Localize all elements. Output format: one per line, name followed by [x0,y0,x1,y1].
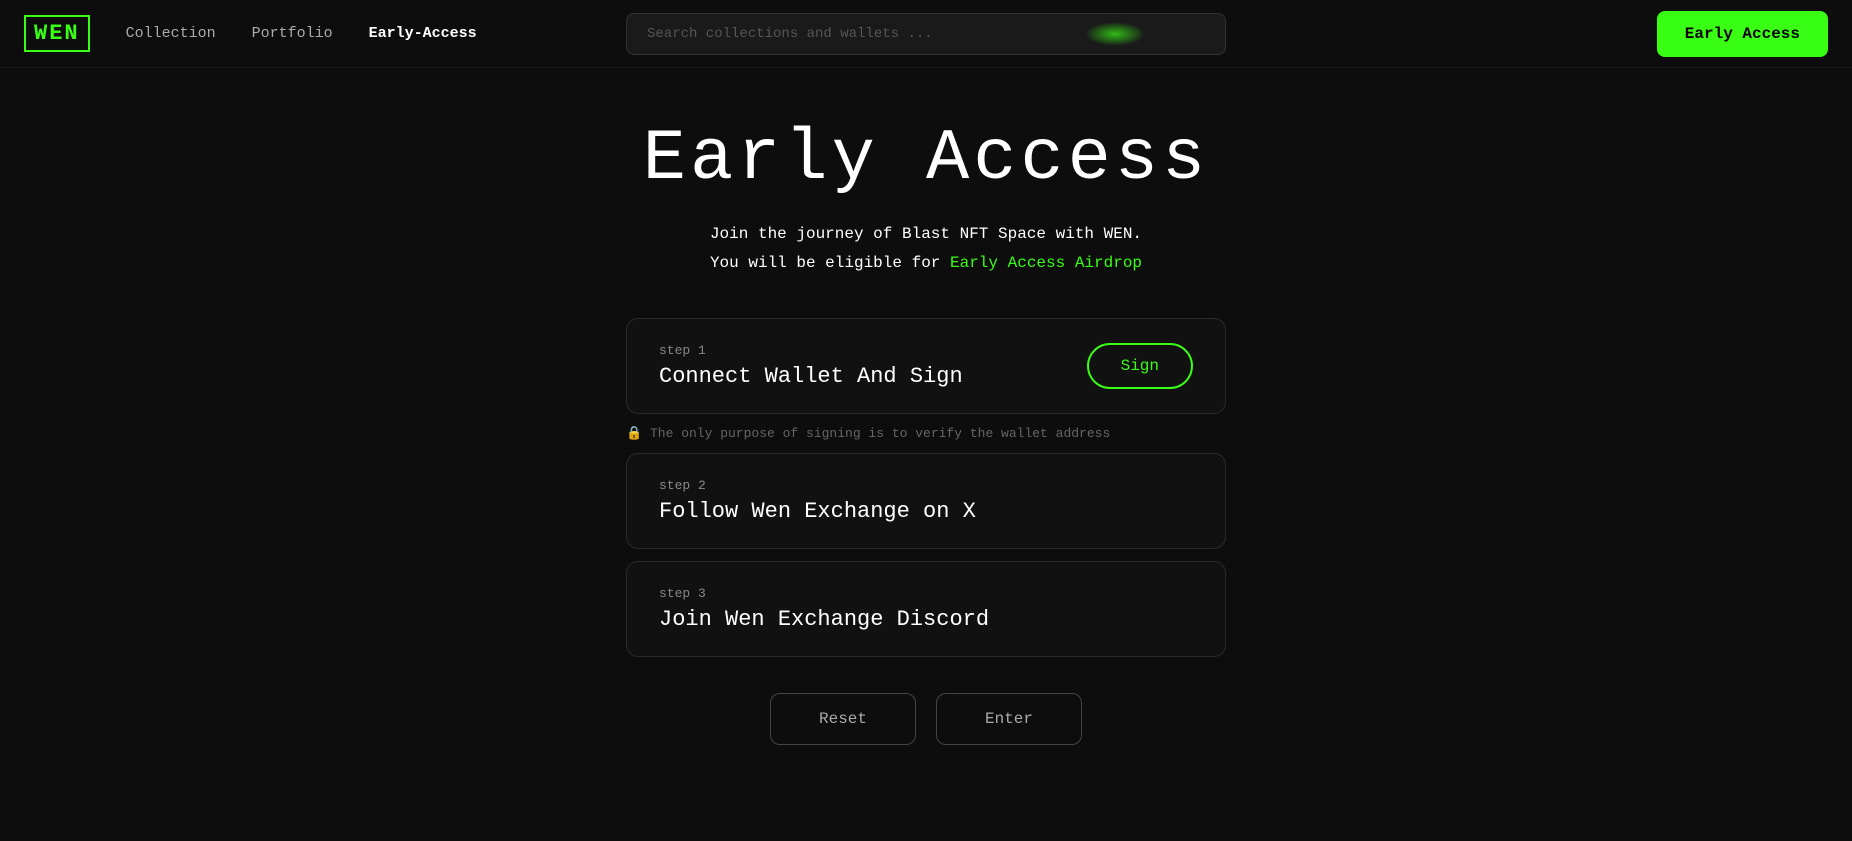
subtitle-line2-prefix: You will be eligible for [710,254,950,272]
subtitle-highlight: Early Access Airdrop [950,254,1142,272]
navbar: WEN Collection Portfolio Early-Access Ea… [0,0,1852,68]
reset-button[interactable]: Reset [770,693,916,745]
step-1-label: step 1 [659,343,963,358]
nav-collection[interactable]: Collection [126,25,216,42]
steps-container: step 1 Connect Wallet And Sign Sign 🔒 Th… [626,318,1226,661]
subtitle: Join the journey of Blast NFT Space with… [710,220,1142,278]
enter-button[interactable]: Enter [936,693,1082,745]
subtitle-line2: You will be eligible for Early Access Ai… [710,249,1142,278]
nav-portfolio[interactable]: Portfolio [252,25,333,42]
search-bar [626,13,1226,55]
step-3-info: step 3 Join Wen Exchange Discord [659,586,989,632]
action-buttons: Reset Enter [770,693,1082,745]
step-1-note: 🔒 The only purpose of signing is to veri… [626,418,1226,453]
subtitle-line1: Join the journey of Blast NFT Space with… [710,220,1142,249]
logo[interactable]: WEN [24,15,90,52]
step-1-title: Connect Wallet And Sign [659,364,963,389]
step-2-label: step 2 [659,478,976,493]
sign-button[interactable]: Sign [1087,343,1193,389]
step-2-title: Follow Wen Exchange on X [659,499,976,524]
nav-early-access[interactable]: Early-Access [369,25,477,42]
step-3-title: Join Wen Exchange Discord [659,607,989,632]
early-access-button[interactable]: Early Access [1657,11,1828,57]
step-card-3: step 3 Join Wen Exchange Discord [626,561,1226,657]
step-2-info: step 2 Follow Wen Exchange on X [659,478,976,524]
step-card-1: step 1 Connect Wallet And Sign Sign [626,318,1226,414]
navbar-left: WEN Collection Portfolio Early-Access [24,15,477,52]
search-glow-effect [1085,22,1145,46]
step-3-label: step 3 [659,586,989,601]
step-1-info: step 1 Connect Wallet And Sign [659,343,963,389]
search-container [626,13,1226,55]
main-content: Early Access Join the journey of Blast N… [0,68,1852,745]
page-title: Early Access [643,118,1209,200]
step-card-2: step 2 Follow Wen Exchange on X [626,453,1226,549]
